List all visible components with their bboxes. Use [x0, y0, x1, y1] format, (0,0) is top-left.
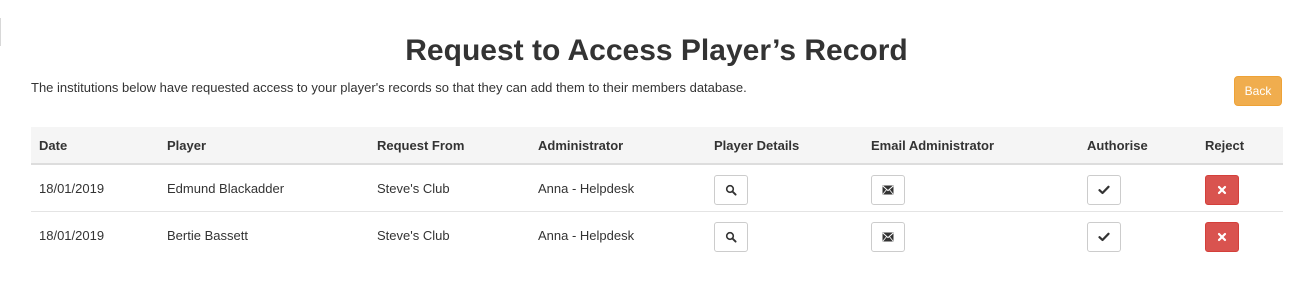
cell-request-from: Steve's Club — [369, 164, 530, 212]
page-title: Request to Access Player’s Record — [405, 34, 908, 67]
column-header-date: Date — [31, 127, 159, 165]
search-icon — [725, 184, 737, 196]
close-icon — [1217, 232, 1227, 242]
cell-reject — [1197, 164, 1283, 212]
column-header-request-from: Request From — [369, 127, 530, 165]
cell-player: Bertie Bassett — [167, 227, 248, 243]
reject-button[interactable] — [1205, 174, 1239, 205]
table-header-row: Date Player Request From Administrator P… — [31, 127, 1283, 165]
page: Request to Access Player’s Record The in… — [0, 0, 1313, 283]
cell-player-details — [706, 212, 863, 259]
email-administrator-button[interactable] — [871, 174, 905, 205]
check-icon — [1098, 232, 1110, 242]
table-row: 18/01/2019 Bertie Bassett Steve's Club A… — [31, 212, 1283, 259]
cell-authorise — [1079, 212, 1197, 259]
cell-email-administrator — [863, 164, 1079, 212]
back-button[interactable]: Back — [1234, 76, 1282, 106]
column-header-administrator: Administrator — [530, 127, 706, 165]
cell-player: Edmund Blackadder — [159, 164, 369, 212]
cell-administrator: Anna - Helpdesk — [530, 164, 706, 212]
intro-text: The institutions below have requested ac… — [31, 80, 747, 95]
reject-button[interactable] — [1205, 221, 1239, 252]
authorise-button[interactable] — [1087, 174, 1121, 205]
search-icon — [725, 231, 737, 243]
column-header-authorise: Authorise — [1079, 127, 1197, 165]
authorise-button[interactable] — [1087, 221, 1121, 252]
column-header-player-details: Player Details — [706, 127, 863, 165]
check-icon — [1098, 185, 1110, 195]
column-header-email-administrator: Email Administrator — [863, 127, 1079, 165]
envelope-icon — [882, 185, 894, 195]
cell-date: 18/01/2019 — [39, 227, 105, 243]
cell-authorise — [1079, 164, 1197, 212]
cell-request-from: Steve's Club — [377, 227, 450, 243]
cell-date: 18/01/2019 — [31, 164, 159, 212]
player-details-button[interactable] — [714, 221, 748, 252]
table-row: 18/01/2019 Edmund Blackadder Steve's Clu… — [31, 164, 1283, 212]
column-header-player: Player — [159, 127, 369, 165]
envelope-icon — [882, 232, 894, 242]
close-icon — [1217, 185, 1227, 195]
cell-email-administrator — [863, 212, 1079, 259]
cell-player-details — [706, 164, 863, 212]
cell-reject — [1197, 212, 1283, 259]
requests-table: Date Player Request From Administrator P… — [31, 127, 1283, 258]
cell-administrator: Anna - Helpdesk — [538, 227, 635, 243]
column-header-reject: Reject — [1197, 127, 1283, 165]
player-details-button[interactable] — [714, 174, 748, 205]
email-administrator-button[interactable] — [871, 221, 905, 252]
